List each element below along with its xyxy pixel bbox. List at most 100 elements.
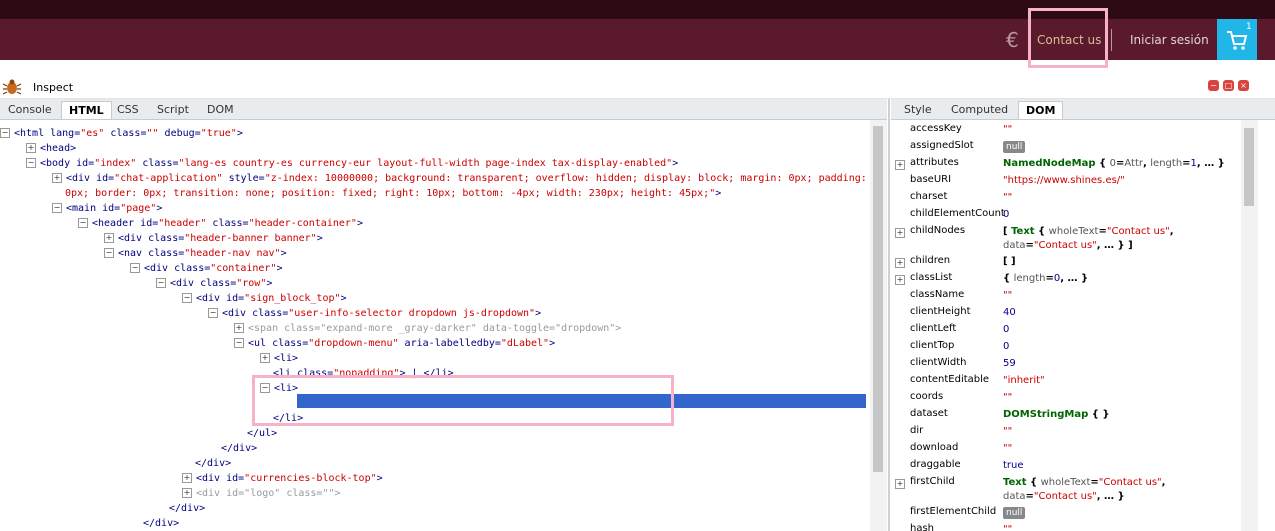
dom-prop-value[interactable]: "": [1003, 523, 1241, 531]
tree-node[interactable]: − <header id="header" class="header-conta…: [78, 216, 363, 231]
dom-prop-value[interactable]: "": [1003, 442, 1241, 456]
tree-token: "nopadding": [333, 368, 400, 379]
collapse-icon[interactable]: −: [182, 293, 192, 303]
tree-node[interactable]: − <main id="page">: [52, 201, 162, 216]
tab-computed[interactable]: Computed: [944, 101, 1015, 118]
expand-icon[interactable]: +: [895, 479, 905, 489]
dom-prop-value[interactable]: "": [1003, 289, 1241, 303]
expand-icon[interactable]: +: [52, 173, 62, 183]
tree-node[interactable]: </div>: [221, 441, 257, 456]
tree-node[interactable]: + <div id="chat-application" style="z-ind…: [52, 171, 867, 186]
maximize-button[interactable]: □: [1223, 80, 1234, 91]
tree-node[interactable]: + <div class="header-banner banner">: [104, 231, 323, 246]
tree-token: "user-info-selector dropdown js-dropdown…: [288, 308, 536, 319]
dom-prop-value[interactable]: "": [1003, 425, 1241, 439]
tree-node[interactable]: − <nav class="header-nav nav">: [104, 246, 287, 261]
panel-divider[interactable]: [888, 99, 890, 531]
login-link[interactable]: Iniciar sesión: [1130, 33, 1209, 47]
tree-node[interactable]: </li>: [273, 411, 303, 426]
dom-prop-value[interactable]: DOMStringMap { }: [1003, 408, 1241, 422]
collapse-icon[interactable]: −: [156, 278, 166, 288]
tree-node[interactable]: + <div id="logo" class="">: [182, 486, 341, 501]
tab-dom[interactable]: DOM: [200, 101, 241, 118]
dom-prop-value[interactable]: "https://www.shines.es/": [1003, 174, 1241, 188]
dom-prop-value[interactable]: [ Text { wholeText="Contact us", data="C…: [1003, 225, 1241, 253]
dom-prop-value[interactable]: NamedNodeMap { 0=Attr, length=1, … }: [1003, 157, 1241, 171]
tree-node[interactable]: <li class="nopadding"> | </li>: [273, 366, 454, 381]
tab-console[interactable]: Console: [1, 101, 59, 118]
collapse-icon[interactable]: −: [26, 158, 36, 168]
collapse-icon[interactable]: −: [208, 308, 218, 318]
cart-button[interactable]: 1: [1217, 19, 1257, 60]
collapse-icon[interactable]: −: [52, 203, 62, 213]
contact-us-link[interactable]: Contact us: [1037, 33, 1101, 47]
nav-separator: [1111, 29, 1112, 51]
tree-token: <html: [14, 128, 51, 139]
tree-node[interactable]: − <ul class="dropdown-menu" aria-labelled…: [234, 336, 555, 351]
tree-node[interactable]: − <div class="user-info-selector dropdown…: [208, 306, 541, 321]
expand-icon[interactable]: +: [260, 353, 270, 363]
tree-token: >: [549, 338, 556, 349]
dom-list-scrollbar[interactable]: [1241, 120, 1258, 531]
dom-prop-value[interactable]: "": [1003, 391, 1241, 405]
collapse-icon[interactable]: −: [234, 338, 244, 348]
minimize-button[interactable]: −: [1208, 80, 1219, 91]
dom-prop-value[interactable]: null: [1003, 506, 1241, 520]
value-token: {: [1026, 477, 1041, 488]
dom-prop-value[interactable]: 0: [1003, 340, 1241, 354]
close-button[interactable]: ×: [1238, 80, 1249, 91]
site-topbar: [0, 0, 1275, 19]
tree-node[interactable]: + <span class="expand-more _gray-darker" …: [234, 321, 621, 336]
expand-icon[interactable]: +: [895, 160, 905, 170]
tree-node[interactable]: − <div id="sign_block_top">: [182, 291, 347, 306]
scrollbar-thumb[interactable]: [1244, 128, 1254, 206]
tree-node[interactable]: − <body id="index" class="lang-es country…: [26, 156, 678, 171]
tree-node[interactable]: + <div id="currencies-block-top">: [182, 471, 383, 486]
tree-node[interactable]: − <li>: [260, 381, 298, 396]
dom-prop-value[interactable]: [ ]: [1003, 255, 1241, 269]
tree-node[interactable]: 0px; border: 0px; transition: none; posi…: [65, 186, 721, 201]
expand-icon[interactable]: +: [26, 143, 36, 153]
tree-node[interactable]: </div>: [169, 501, 205, 516]
dom-prop-value[interactable]: "": [1003, 191, 1241, 205]
expand-icon[interactable]: +: [182, 473, 192, 483]
expand-icon[interactable]: +: [895, 228, 905, 238]
dom-prop-value[interactable]: Text { wholeText="Contact us", data="Con…: [1003, 476, 1241, 504]
tab-css[interactable]: CSS: [110, 101, 146, 118]
tab-html[interactable]: HTML: [61, 101, 112, 119]
scrollbar-thumb[interactable]: [873, 126, 883, 472]
dom-prop-value[interactable]: true: [1003, 459, 1241, 473]
expand-icon[interactable]: +: [234, 323, 244, 333]
currency-selector[interactable]: €: [1006, 29, 1019, 51]
dom-prop-value[interactable]: "inherit": [1003, 374, 1241, 388]
collapse-icon[interactable]: −: [104, 248, 114, 258]
tree-node[interactable]: </div>: [195, 456, 231, 471]
dom-prop-value[interactable]: 40: [1003, 306, 1241, 320]
collapse-icon[interactable]: −: [78, 218, 88, 228]
tree-node[interactable]: − <html lang="es" class="" debug="true">: [0, 126, 243, 141]
dom-prop-value[interactable]: 0: [1003, 323, 1241, 337]
html-tree-scrollbar[interactable]: [870, 120, 887, 531]
tree-node[interactable]: − <div class="row">: [156, 276, 272, 291]
collapse-icon[interactable]: −: [130, 263, 140, 273]
dom-prop-value[interactable]: 59: [1003, 357, 1241, 371]
expand-icon[interactable]: +: [895, 258, 905, 268]
tree-node[interactable]: + <li>: [260, 351, 298, 366]
expand-icon[interactable]: +: [895, 275, 905, 285]
tab-style[interactable]: Style: [897, 101, 939, 118]
tree-token: >: [334, 488, 341, 499]
expand-icon[interactable]: +: [104, 233, 114, 243]
tree-node[interactable]: + <head>: [26, 141, 76, 156]
dom-prop-value[interactable]: 0: [1003, 208, 1241, 222]
dom-prop-value[interactable]: { length=0, … }: [1003, 272, 1241, 286]
tree-node[interactable]: </div>: [143, 516, 179, 531]
dom-prop-value[interactable]: null: [1003, 140, 1241, 154]
collapse-icon[interactable]: −: [260, 383, 270, 393]
collapse-icon[interactable]: −: [0, 128, 10, 138]
tab-dom-side[interactable]: DOM: [1018, 101, 1064, 119]
tab-script[interactable]: Script: [150, 101, 196, 118]
tree-node[interactable]: − <div class="container">: [130, 261, 283, 276]
tree-node[interactable]: </ul>: [247, 426, 277, 441]
dom-prop-value[interactable]: "": [1003, 123, 1241, 137]
expand-icon[interactable]: +: [182, 488, 192, 498]
